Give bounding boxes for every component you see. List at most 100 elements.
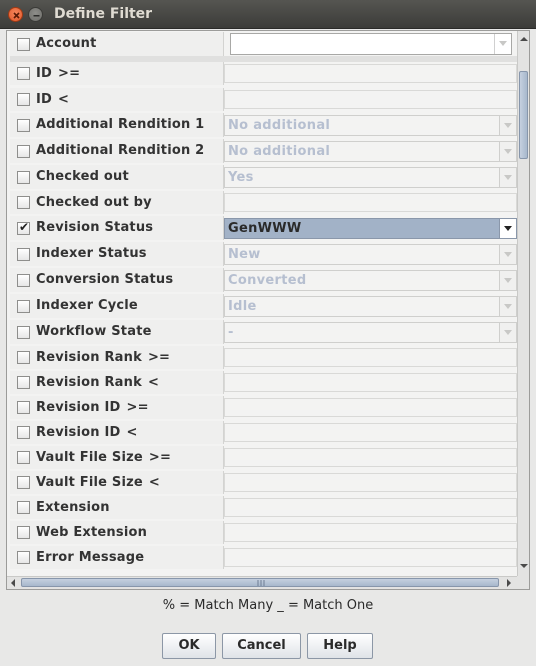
filter-row: Revision Rank >= bbox=[7, 345, 517, 370]
cancel-button[interactable]: Cancel bbox=[222, 633, 301, 659]
filter-value-dropdown[interactable]: Converted bbox=[224, 270, 517, 291]
filter-enable-checkbox[interactable] bbox=[17, 326, 30, 339]
filter-row-label-cell: Revision Status bbox=[10, 216, 224, 240]
vertical-scrollbar[interactable] bbox=[517, 31, 529, 576]
filter-row-label-cell: Revision Rank >= bbox=[10, 346, 224, 369]
arrow-left-icon bbox=[11, 579, 15, 587]
scroll-right-button[interactable] bbox=[503, 577, 517, 589]
filter-enable-checkbox[interactable] bbox=[17, 93, 30, 106]
minimize-window-button[interactable] bbox=[28, 7, 43, 22]
chevron-down-icon[interactable] bbox=[499, 116, 516, 135]
filter-enable-checkbox[interactable] bbox=[17, 274, 30, 287]
minimize-icon bbox=[33, 15, 40, 17]
horizontal-scrollbar[interactable] bbox=[7, 576, 517, 589]
filter-enable-checkbox[interactable] bbox=[17, 220, 30, 235]
filter-row-label-cell: Additional Rendition 1 bbox=[10, 113, 224, 137]
chevron-down-icon[interactable] bbox=[499, 219, 516, 238]
filter-label-text: Vault File Size bbox=[36, 475, 143, 490]
filter-label-text: Account bbox=[36, 36, 97, 51]
filter-value-dropdown[interactable]: New bbox=[224, 244, 517, 265]
help-button[interactable]: Help bbox=[307, 633, 373, 659]
filter-row: Additional Rendition 1 No additional bbox=[7, 112, 517, 138]
filter-enable-checkbox[interactable] bbox=[17, 501, 30, 514]
filter-value-field[interactable] bbox=[224, 348, 517, 367]
filter-value-field[interactable] bbox=[224, 473, 517, 492]
filter-label-text: ID bbox=[36, 66, 53, 81]
filter-enable-checkbox[interactable] bbox=[17, 67, 30, 80]
filter-value-dropdown[interactable]: No additional bbox=[224, 115, 517, 136]
filter-value-field[interactable] bbox=[224, 193, 517, 212]
filter-enable-checkbox[interactable] bbox=[17, 551, 30, 564]
filter-enable-checkbox[interactable] bbox=[17, 401, 30, 414]
filter-enable-checkbox[interactable] bbox=[17, 145, 30, 158]
filter-label-text: Revision Status bbox=[36, 220, 154, 235]
horizontal-scroll-thumb[interactable] bbox=[21, 578, 499, 587]
filter-enable-checkbox[interactable] bbox=[17, 476, 30, 489]
filter-value-dropdown[interactable] bbox=[230, 33, 512, 55]
scroll-up-button[interactable] bbox=[518, 33, 529, 47]
filter-enable-checkbox[interactable] bbox=[17, 119, 30, 132]
filter-label: Extension bbox=[36, 500, 110, 515]
filter-value-dropdown[interactable]: Idle bbox=[224, 296, 517, 317]
filter-value-field[interactable] bbox=[224, 498, 517, 517]
filter-label: Checked out by bbox=[36, 195, 152, 210]
chevron-down-icon[interactable] bbox=[499, 168, 516, 187]
window-title: Define Filter bbox=[54, 6, 153, 22]
filter-label-text: Revision ID bbox=[36, 400, 121, 415]
dropdown-selected-value: No additional bbox=[228, 118, 331, 133]
chevron-down-icon[interactable] bbox=[494, 34, 511, 54]
scroll-down-button[interactable] bbox=[518, 560, 529, 574]
filter-label: Account bbox=[36, 36, 97, 51]
filter-value-field[interactable] bbox=[224, 64, 517, 83]
filter-row-label-cell: Account bbox=[10, 32, 224, 56]
filter-value-field[interactable] bbox=[224, 90, 517, 109]
filter-value-field[interactable] bbox=[224, 548, 517, 567]
chevron-down-icon[interactable] bbox=[499, 271, 516, 290]
chevron-down-icon[interactable] bbox=[499, 142, 516, 161]
filter-label-text: Extension bbox=[36, 500, 110, 515]
filter-enable-checkbox[interactable] bbox=[17, 376, 30, 389]
filter-operator: < bbox=[147, 375, 160, 390]
filter-label: Additional Rendition 2 bbox=[36, 143, 204, 158]
filter-value-dropdown[interactable]: Yes bbox=[224, 167, 517, 188]
filter-scroll-pane: Account ID >= ID < Additional Rendition 1 No a… bbox=[6, 30, 530, 590]
filter-value-dropdown[interactable]: GenWWW bbox=[224, 218, 517, 239]
filter-enable-checkbox[interactable] bbox=[17, 196, 30, 209]
filter-label: ID >= bbox=[36, 66, 80, 81]
filter-value-field[interactable] bbox=[224, 423, 517, 442]
filter-row: Additional Rendition 2 No additional bbox=[7, 138, 517, 164]
close-window-button[interactable] bbox=[8, 7, 23, 22]
filter-enable-checkbox[interactable] bbox=[17, 451, 30, 464]
filter-operator: >= bbox=[148, 450, 172, 465]
scroll-left-button[interactable] bbox=[7, 577, 21, 589]
filter-label-text: Revision Rank bbox=[36, 350, 142, 365]
filter-value-field[interactable] bbox=[224, 398, 517, 417]
filter-label-text: Indexer Status bbox=[36, 246, 147, 261]
filter-value-field[interactable] bbox=[224, 373, 517, 392]
filter-label: Revision Rank < bbox=[36, 375, 159, 390]
filter-operator: >= bbox=[58, 66, 81, 81]
filter-enable-checkbox[interactable] bbox=[17, 300, 30, 313]
chevron-down-icon[interactable] bbox=[499, 245, 516, 264]
filter-row-label-cell: Checked out bbox=[10, 165, 224, 189]
filter-row: ID >= bbox=[7, 61, 517, 86]
filter-enable-checkbox[interactable] bbox=[17, 351, 30, 364]
filter-value-dropdown[interactable]: - bbox=[224, 322, 517, 343]
filter-enable-checkbox[interactable] bbox=[17, 526, 30, 539]
dropdown-selected-value: Yes bbox=[228, 170, 254, 185]
chevron-down-icon[interactable] bbox=[499, 297, 516, 316]
filter-row-label-cell: Web Extension bbox=[10, 521, 224, 544]
filter-enable-checkbox[interactable] bbox=[17, 248, 30, 261]
ok-button[interactable]: OK bbox=[162, 633, 216, 659]
filter-value-dropdown[interactable]: No additional bbox=[224, 141, 517, 162]
filter-enable-checkbox[interactable] bbox=[17, 426, 30, 439]
chevron-down-icon[interactable] bbox=[499, 323, 516, 342]
title-bar: Define Filter bbox=[0, 0, 536, 29]
filter-enable-checkbox[interactable] bbox=[17, 171, 30, 184]
vertical-scroll-thumb[interactable] bbox=[519, 71, 528, 159]
filter-row: Conversion Status Converted bbox=[7, 267, 517, 293]
filter-value-field[interactable] bbox=[224, 448, 517, 467]
filter-value-field[interactable] bbox=[224, 523, 517, 542]
filter-row: Account bbox=[7, 31, 517, 57]
filter-enable-checkbox[interactable] bbox=[17, 38, 30, 51]
